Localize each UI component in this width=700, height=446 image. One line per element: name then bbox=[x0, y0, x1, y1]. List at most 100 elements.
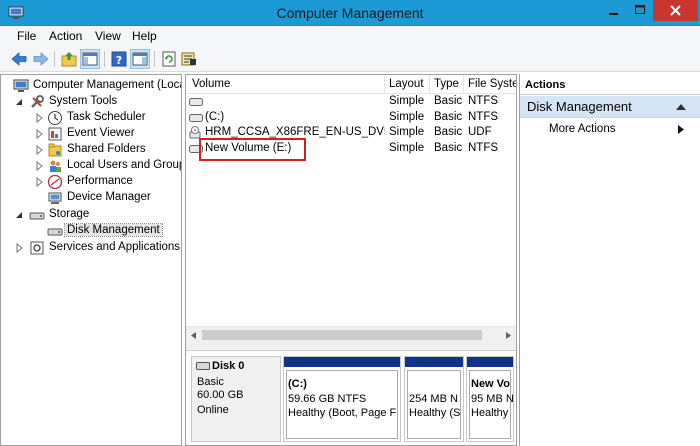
title-bar: Computer Management bbox=[0, 0, 700, 26]
refresh-button[interactable] bbox=[160, 50, 178, 68]
volume-layout: Simple bbox=[389, 142, 425, 154]
volume-type: Basic bbox=[434, 95, 463, 107]
clock-icon bbox=[48, 111, 62, 125]
column-header-file-system[interactable]: File Syste bbox=[468, 78, 516, 90]
maximize-icon bbox=[635, 5, 645, 14]
column-divider[interactable] bbox=[429, 75, 430, 94]
storage-icon bbox=[29, 212, 45, 220]
partition-status: Healthy (Boot, Page F bbox=[288, 407, 397, 419]
partition-bar bbox=[405, 357, 463, 367]
volume-layout: Simple bbox=[389, 126, 425, 138]
export-button[interactable] bbox=[180, 50, 198, 68]
console-tree: Computer Management (Local System Tools … bbox=[0, 74, 182, 446]
tree-item-shared-folders[interactable]: Shared Folders bbox=[35, 142, 181, 158]
partition-bar bbox=[467, 357, 513, 367]
column-header-type[interactable]: Type bbox=[434, 78, 464, 90]
tree-item-disk-management[interactable]: Disk Management bbox=[35, 223, 181, 239]
tree-item-event-viewer[interactable]: Event Viewer bbox=[35, 126, 181, 142]
volume-layout: Simple bbox=[389, 111, 425, 123]
expanded-arrow-icon[interactable] bbox=[15, 97, 23, 107]
window-title: Computer Management bbox=[276, 5, 424, 21]
tree-item-performance[interactable]: Performance bbox=[35, 174, 181, 190]
menu-action[interactable]: Action bbox=[49, 29, 82, 43]
column-divider[interactable] bbox=[463, 75, 464, 94]
tree-item-services-and-applications[interactable]: Services and Applications bbox=[15, 240, 181, 256]
partition-e[interactable]: New Vo 95 MB N Healthy bbox=[466, 356, 514, 442]
disk-info-box[interactable]: Disk 0 Basic 60.00 GB Online bbox=[191, 356, 281, 442]
disk-name: Disk 0 bbox=[212, 360, 245, 372]
tree-item-task-scheduler[interactable]: Task Scheduler bbox=[35, 110, 181, 126]
collapsed-arrow-icon[interactable] bbox=[35, 129, 43, 139]
drive-icon bbox=[189, 114, 203, 122]
tree-item-system-tools[interactable]: System Tools bbox=[15, 94, 181, 110]
collapsed-arrow-icon[interactable] bbox=[35, 177, 43, 187]
collapsed-arrow-icon[interactable] bbox=[35, 113, 43, 123]
tree-item-label: Local Users and Groups bbox=[67, 159, 182, 171]
volume-row[interactable]: Simple Basic NTFS bbox=[186, 94, 516, 110]
export-icon bbox=[181, 52, 196, 66]
column-header-volume[interactable]: Volume bbox=[192, 78, 382, 90]
help-button[interactable]: ? bbox=[110, 50, 128, 68]
expanded-arrow-icon[interactable] bbox=[15, 210, 23, 220]
shared-folder-icon bbox=[48, 143, 62, 157]
menu-file[interactable]: File bbox=[17, 29, 36, 43]
disk-type: Basic bbox=[197, 376, 224, 388]
tree-item-device-manager[interactable]: Device Manager bbox=[35, 190, 181, 206]
volume-name: (C:) bbox=[205, 111, 225, 123]
scroll-left-icon[interactable] bbox=[189, 331, 199, 340]
column-header-layout[interactable]: Layout bbox=[389, 78, 429, 90]
scroll-right-icon[interactable] bbox=[503, 331, 513, 340]
menu-view[interactable]: View bbox=[95, 29, 121, 43]
back-button[interactable] bbox=[10, 50, 28, 68]
tree-item-label: Computer Management (Local bbox=[33, 79, 182, 91]
partition-c[interactable]: (C:) 59.66 GB NTFS Healthy (Boot, Page F bbox=[283, 356, 401, 442]
computer-management-icon bbox=[13, 79, 29, 92]
tree-item-label: Event Viewer bbox=[67, 127, 135, 139]
column-divider[interactable] bbox=[384, 75, 385, 94]
volume-file-system: NTFS bbox=[468, 95, 499, 107]
partition-label: New Vo bbox=[471, 378, 510, 390]
volume-type: Basic bbox=[434, 142, 463, 154]
forward-button[interactable] bbox=[32, 50, 50, 68]
action-more-actions[interactable]: More Actions bbox=[549, 123, 615, 135]
collapsed-arrow-icon[interactable] bbox=[35, 145, 43, 155]
properties-button[interactable] bbox=[130, 49, 150, 69]
system-tools-icon bbox=[31, 95, 44, 108]
scrollbar-thumb[interactable] bbox=[202, 330, 482, 340]
tree-item-storage[interactable]: Storage bbox=[15, 207, 181, 223]
device-manager-icon bbox=[48, 192, 62, 204]
toolbar: ? bbox=[0, 46, 700, 72]
minimize-button[interactable] bbox=[600, 0, 627, 21]
collapsed-arrow-icon[interactable] bbox=[15, 243, 23, 253]
close-button[interactable] bbox=[653, 0, 698, 21]
services-icon bbox=[30, 241, 44, 255]
tree-item-computer-management[interactable]: Computer Management (Local bbox=[5, 78, 181, 94]
partition-size: 59.66 GB NTFS bbox=[288, 393, 367, 405]
up-folder-icon bbox=[61, 52, 77, 67]
up-folder-button[interactable] bbox=[60, 50, 78, 68]
tree-item-label: Services and Applications bbox=[49, 241, 181, 253]
tree-item-label: Shared Folders bbox=[67, 143, 146, 155]
close-icon bbox=[670, 5, 681, 16]
list-header: Volume Layout Type File Syste bbox=[186, 75, 516, 94]
menu-help[interactable]: Help bbox=[132, 29, 157, 43]
volume-name: HRM_CCSA_X86FRE_EN-US_DV5 (D:) bbox=[205, 126, 385, 138]
collapse-up-icon[interactable] bbox=[676, 104, 686, 110]
actions-section-disk-management[interactable]: Disk Management bbox=[520, 96, 700, 118]
pane-splitter[interactable] bbox=[186, 343, 516, 351]
tree-item-local-users-and-groups[interactable]: Local Users and Groups bbox=[35, 158, 181, 174]
disk-graphical-view: Disk 0 Basic 60.00 GB Online (C:) 59.66 … bbox=[186, 352, 516, 445]
event-viewer-icon bbox=[48, 127, 62, 141]
partition-system-reserved[interactable]: 254 MB N Healthy (S bbox=[404, 356, 464, 442]
maximize-button[interactable] bbox=[627, 0, 653, 21]
disk-status: Online bbox=[197, 404, 229, 416]
collapsed-arrow-icon[interactable] bbox=[35, 161, 43, 171]
show-hide-tree-button[interactable] bbox=[80, 49, 100, 69]
volume-row[interactable]: (C:) Simple Basic NTFS bbox=[186, 110, 516, 126]
show-hide-tree-icon bbox=[82, 52, 98, 66]
drive-icon bbox=[189, 98, 203, 106]
back-icon bbox=[11, 52, 27, 66]
horizontal-scrollbar[interactable] bbox=[186, 326, 516, 343]
toolbar-separator bbox=[54, 51, 55, 67]
submenu-arrow-icon[interactable] bbox=[678, 125, 684, 134]
